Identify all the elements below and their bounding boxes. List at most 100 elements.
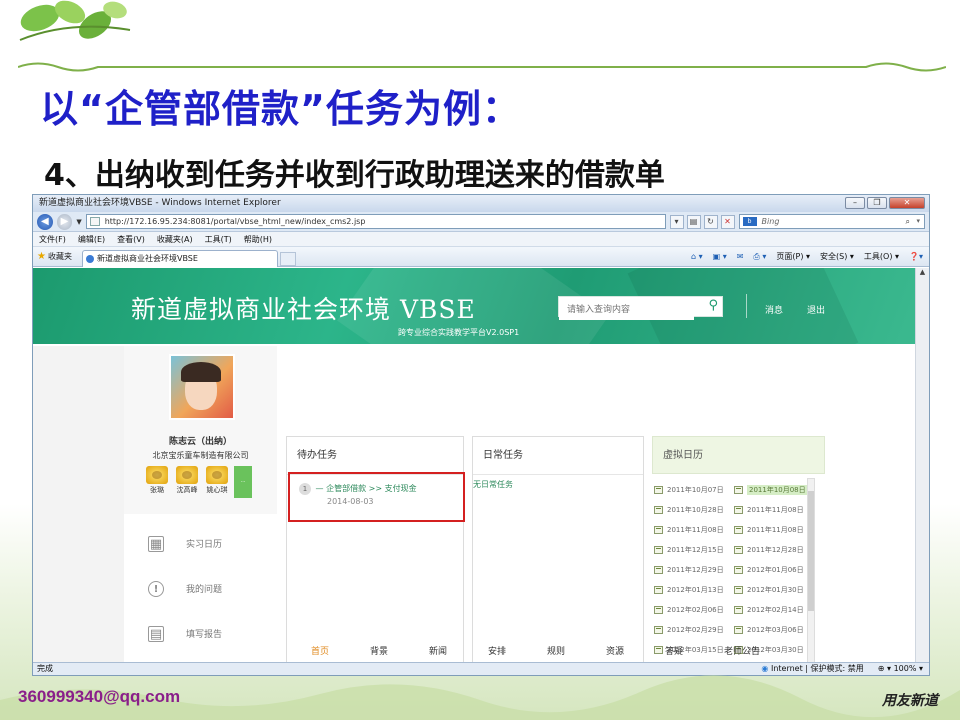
calendar-date[interactable]: 2012年01月13日 xyxy=(654,580,734,600)
nav-background[interactable]: 背景 xyxy=(370,644,429,657)
mail-icon[interactable]: ✉ xyxy=(737,250,744,264)
contact-list: 张璐 沈高峰 姚心琪 ··· xyxy=(144,466,252,498)
contact-item[interactable]: 姚心琪 xyxy=(204,466,230,498)
todo-panel: 待办任务 1 — 企管部借款 >> 支付现金 2014-08-03 xyxy=(286,436,464,664)
calendar-date[interactable]: 2011年12月15日 xyxy=(654,540,734,560)
search-dropdown-icon[interactable]: ▾ xyxy=(916,215,920,228)
contact-item[interactable]: 张璐 xyxy=(144,466,170,498)
nav-teacher-notice[interactable]: 老师公告 xyxy=(724,644,783,657)
calendar-date[interactable]: 2011年10月08日 xyxy=(734,480,814,500)
calendar-date[interactable]: 2011年11月08日 xyxy=(734,520,814,540)
minimize-button[interactable]: – xyxy=(845,197,865,209)
nav-schedule[interactable]: 安排 xyxy=(488,644,547,657)
stop-icon[interactable]: ✕ xyxy=(720,214,735,229)
nav-qa[interactable]: 答疑 xyxy=(665,644,724,657)
calendar-scrollbar[interactable] xyxy=(807,478,815,664)
home-icon[interactable]: ⌂ ▾ xyxy=(691,250,703,264)
calendar-date-icon xyxy=(734,506,743,514)
tab-favicon-icon xyxy=(85,254,94,263)
contact-name: 张璐 xyxy=(150,486,164,494)
side-item-calendar[interactable]: ▦ 实习日历 xyxy=(124,521,277,566)
browser-search-input[interactable]: b Bing ⌕ ▾ xyxy=(738,214,925,229)
compat-view-icon[interactable]: ▤ xyxy=(686,214,701,229)
side-item-questions[interactable]: ! 我的问题 xyxy=(124,566,277,611)
menu-tools[interactable]: 工具(T) xyxy=(205,232,232,246)
slide-title: 以“企管部借款”任务为例： xyxy=(40,87,521,131)
side-item-label: 实习日历 xyxy=(186,540,223,550)
logout-link[interactable]: 退出 xyxy=(807,303,825,316)
calendar-date-icon xyxy=(734,526,743,534)
app-subtitle: 跨专业综合实践教学平台V2.0SP1 xyxy=(398,328,520,337)
cmd-safety[interactable]: 安全(S) ▾ xyxy=(820,250,854,264)
calendar-date[interactable]: 2012年01月30日 xyxy=(734,580,814,600)
bottom-nav: 首页 背景 新闻 安排 规则 资源 答疑 老师公告 xyxy=(311,644,783,657)
search-icon[interactable]: ⚲ xyxy=(708,298,718,313)
address-bar[interactable]: http://172.16.95.234:8081/portal/vbse_ht… xyxy=(85,214,666,229)
calendar-date[interactable]: 2012年02月29日 xyxy=(654,620,734,640)
contact-item[interactable]: 沈高峰 xyxy=(174,466,200,498)
nav-rules[interactable]: 规则 xyxy=(547,644,606,657)
calendar-date[interactable]: 2011年10月07日 xyxy=(654,480,734,500)
bing-icon: b xyxy=(742,217,757,226)
new-tab-button[interactable] xyxy=(279,251,296,266)
calendar-date[interactable]: 2012年01月06日 xyxy=(734,560,814,580)
page-scrollbar[interactable]: ▲ xyxy=(915,268,929,664)
address-text: http://172.16.95.234:8081/portal/vbse_ht… xyxy=(104,217,366,226)
calendar-date-icon xyxy=(734,566,743,574)
help-icon[interactable]: ❓▾ xyxy=(909,250,923,264)
calendar-date-icon xyxy=(654,526,663,534)
menu-view[interactable]: 查看(V) xyxy=(117,232,145,246)
search-icon[interactable]: ⌕ xyxy=(906,215,910,228)
close-button[interactable]: ✕ xyxy=(889,197,925,209)
side-item-label: 填写报告 xyxy=(186,630,223,640)
menu-help[interactable]: 帮助(H) xyxy=(244,232,272,246)
calendar-title: 虚拟日历 xyxy=(652,436,825,474)
print-icon[interactable]: ⎙ ▾ xyxy=(753,250,766,264)
history-dropdown-icon[interactable]: ▼ xyxy=(76,218,81,226)
calendar-scroll-thumb[interactable] xyxy=(808,491,814,611)
calendar-date[interactable]: 2012年02月06日 xyxy=(654,600,734,620)
scroll-up-icon[interactable]: ▲ xyxy=(916,268,929,280)
calendar-date[interactable]: 2011年12月28日 xyxy=(734,540,814,560)
app-title: 新道虚拟商业社会环境 VBSE xyxy=(131,295,476,324)
cmd-tools[interactable]: 工具(O) ▾ xyxy=(864,250,899,264)
calendar-row: 2012年02月06日 2012年02月14日 xyxy=(654,600,814,620)
calendar-date[interactable]: 2011年10月28日 xyxy=(654,500,734,520)
menu-edit[interactable]: 编辑(E) xyxy=(78,232,105,246)
address-row: ◀ ▶ ▼ http://172.16.95.234:8081/portal/v… xyxy=(33,212,929,232)
side-item-report[interactable]: ▤ 填写报告 xyxy=(124,611,277,656)
avatar[interactable] xyxy=(169,354,235,420)
app-search-input[interactable] xyxy=(559,300,694,320)
nav-home[interactable]: 首页 xyxy=(311,644,370,657)
nav-news[interactable]: 新闻 xyxy=(429,644,488,657)
calendar-date[interactable]: 2011年11月08日 xyxy=(734,500,814,520)
browser-tab[interactable]: 新道虚拟商业社会环境VBSE xyxy=(81,249,278,267)
back-icon[interactable]: ◀ xyxy=(37,213,53,230)
favorites-label[interactable]: 收藏夹 xyxy=(48,251,72,262)
calendar-date-text: 2012年03月06日 xyxy=(747,626,804,634)
highlight-box xyxy=(288,472,465,522)
menu-favorites[interactable]: 收藏夹(A) xyxy=(157,232,193,246)
calendar-date-icon xyxy=(654,586,663,594)
address-dropdown-icon[interactable]: ▾ xyxy=(669,214,684,229)
messages-link[interactable]: 消息 xyxy=(765,303,783,316)
refresh-icon[interactable]: ↻ xyxy=(703,214,718,229)
contact-email: 360999340@qq.com xyxy=(18,687,181,706)
favorites-star-icon[interactable]: ★ xyxy=(37,251,46,262)
calendar-date[interactable]: 2012年02月14日 xyxy=(734,600,814,620)
more-contacts-button[interactable]: ··· xyxy=(234,466,252,498)
calendar-date[interactable]: 2011年12月29日 xyxy=(654,560,734,580)
calendar-date[interactable]: 2012年03月06日 xyxy=(734,620,814,640)
app-search-box: ⚲ xyxy=(558,296,723,320)
calendar-date-text: 2011年12月28日 xyxy=(747,546,804,554)
feeds-icon[interactable]: ▣ ▾ xyxy=(713,250,727,264)
restore-button[interactable]: ❐ xyxy=(867,197,887,209)
forward-icon[interactable]: ▶ xyxy=(56,213,73,230)
nav-resources[interactable]: 资源 xyxy=(606,644,665,657)
calendar-date-text: 2012年01月30日 xyxy=(747,586,804,594)
calendar-date-text: 2011年10月08日 xyxy=(747,485,808,495)
avatar-hair xyxy=(181,362,221,382)
menu-file[interactable]: 文件(F) xyxy=(39,232,66,246)
calendar-date[interactable]: 2011年11月08日 xyxy=(654,520,734,540)
cmd-page[interactable]: 页面(P) ▾ xyxy=(776,250,810,264)
